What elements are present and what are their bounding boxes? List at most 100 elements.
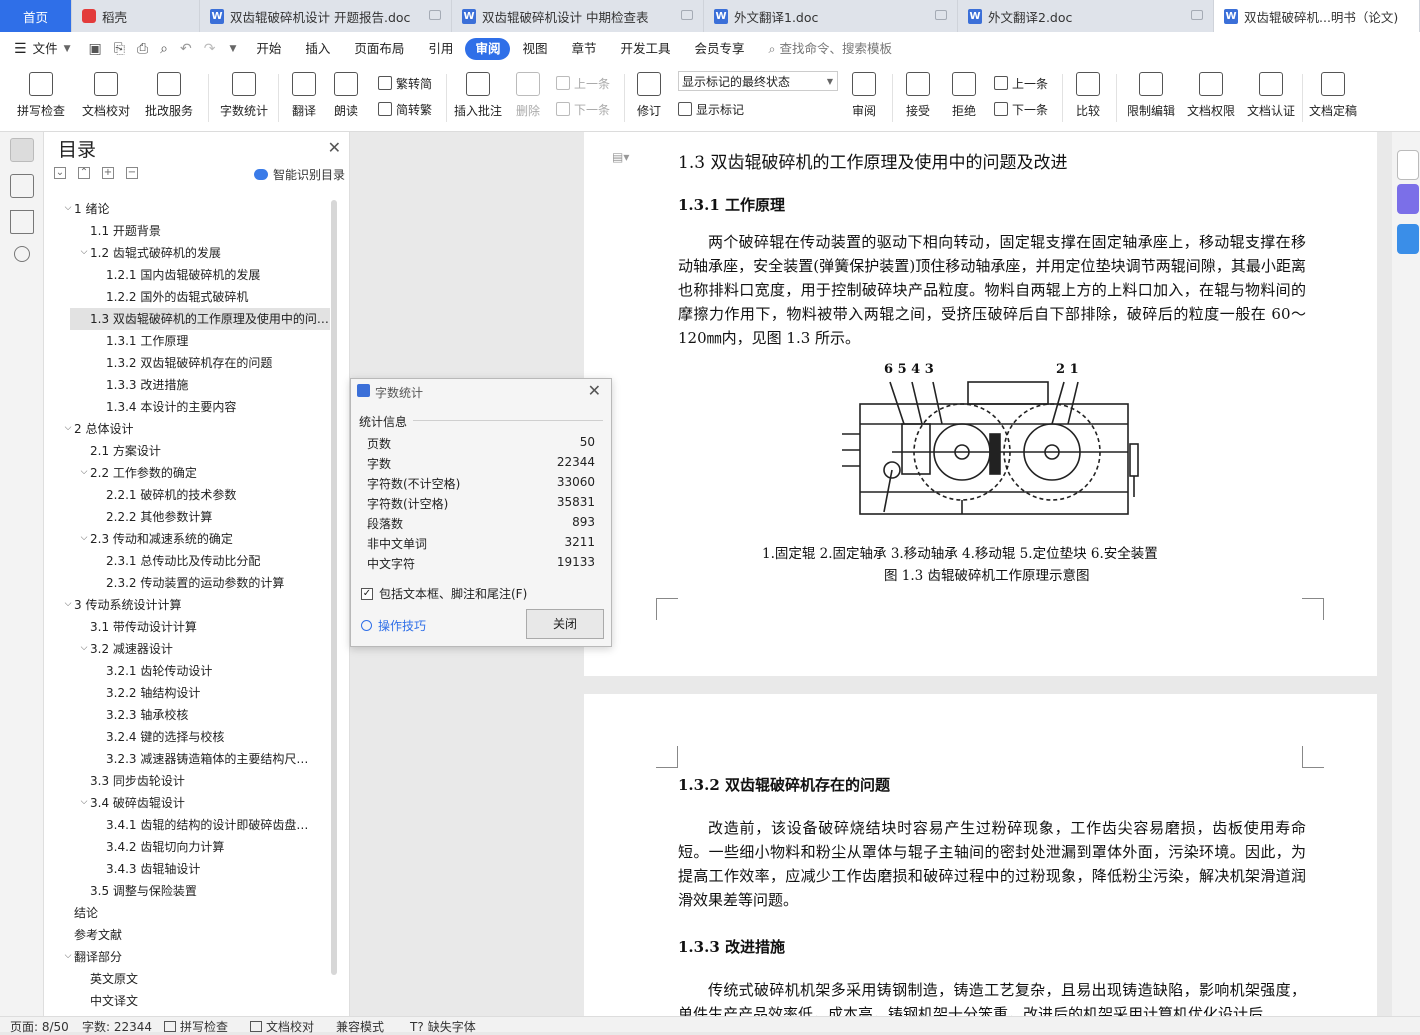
toc-item[interactable]: 2.2.2 其他参数计算 [106, 506, 320, 528]
search-command[interactable]: ⌕ 查找命令、搜索模板 [757, 32, 905, 66]
spell-check-status[interactable]: 拼写检查 [164, 1018, 228, 1035]
toc-add-icon[interactable]: + [102, 167, 114, 179]
chevron-down-icon[interactable]: ⌵ [78, 247, 90, 257]
toc-item[interactable]: 翻译部分 [74, 946, 320, 968]
doc-proof-status[interactable]: 文档校对 [250, 1018, 314, 1035]
doc-tools-icon[interactable] [1397, 224, 1419, 254]
markup-state-select[interactable]: 显示标记的最终状态 ▼ [678, 71, 838, 91]
toc-item[interactable]: 3.4.2 齿辊切向力计算 [106, 836, 320, 858]
reject-button[interactable]: 拒绝 [946, 70, 982, 126]
toc-item[interactable]: 2.3.2 传动装置的运动参数的计算 [106, 572, 320, 594]
toc-item[interactable]: 2.2 工作参数的确定 [90, 462, 320, 484]
chevron-down-icon[interactable]: ⌵ [62, 951, 74, 961]
toc-item[interactable]: 1.3.4 本设计的主要内容 [106, 396, 320, 418]
delete-comment-button[interactable]: 删除 [510, 70, 546, 126]
simplified-to-traditional-button[interactable]: 简转繁 [378, 98, 432, 120]
review-pane-button[interactable]: 审阅 [846, 70, 882, 126]
word-count-button[interactable]: 字数统计 [218, 70, 270, 126]
redo-icon[interactable]: ↷ [198, 32, 222, 66]
chevron-down-icon[interactable]: ⌵ [62, 203, 74, 213]
toc-item[interactable]: 中文译文 [90, 990, 320, 1012]
toc-item[interactable]: 参考文献 [74, 924, 320, 946]
tab-doc-active[interactable]: W 双齿辊破碎机...明书（论文) [1214, 0, 1420, 32]
save-icon[interactable]: ▣ [83, 32, 108, 66]
chevron-down-icon[interactable]: ⌵ [78, 533, 90, 543]
chevron-down-icon[interactable]: ⌵ [78, 467, 90, 477]
toc-item[interactable]: 3.2.3 减速器铸造箱体的主要结构尺寸设计 [106, 748, 320, 770]
chevron-down-icon[interactable]: ⌵ [78, 797, 90, 807]
prev-change-button[interactable]: 上一条 [994, 72, 1048, 94]
doc-finalize-button[interactable]: 文档定稿 [1306, 70, 1360, 126]
toc-item[interactable]: 3.5 调整与保险装置 [90, 880, 320, 902]
file-menu[interactable]: ☰ 文件 ▼ [0, 32, 83, 66]
tab-daoke[interactable]: 稻壳 [72, 0, 200, 32]
prev-comment-button[interactable]: 上一条 [556, 72, 610, 94]
compare-button[interactable]: 比较 [1070, 70, 1106, 126]
doc-auth-button[interactable]: 文档认证 [1244, 70, 1298, 126]
ai-assistant-icon[interactable] [1397, 184, 1419, 214]
toc-item[interactable]: 英文原文 [90, 968, 320, 990]
batch-service-button[interactable]: 批改服务 [140, 70, 198, 126]
toc-scrollbar[interactable] [331, 200, 337, 975]
toc-remove-icon[interactable]: − [126, 167, 138, 179]
tab-doc-translate1[interactable]: W 外文翻译1.doc [704, 0, 958, 32]
tab-doc-zhongqi[interactable]: W 双齿辊破碎机设计 中期检查表 [452, 0, 704, 32]
toc-item[interactable]: 3.3 同步齿轮设计 [90, 770, 320, 792]
accept-button[interactable]: 接受 [900, 70, 936, 126]
menu-start[interactable]: 开始 [244, 32, 293, 66]
show-markup-button[interactable]: 显示标记 [678, 98, 744, 120]
include-textbox-checkbox[interactable]: ✓ 包括文本框、脚注和尾注(F) [361, 585, 527, 602]
close-icon[interactable]: ✕ [588, 381, 601, 400]
close-button[interactable]: 关闭 [526, 609, 604, 639]
search-icon[interactable] [14, 246, 30, 262]
toc-item[interactable]: 1.2 齿辊式破碎机的发展 [90, 242, 320, 264]
toc-item[interactable]: 结论 [74, 902, 320, 924]
tab-doc-kaiti[interactable]: W 双齿辊破碎机设计 开题报告.doc [200, 0, 452, 32]
export-icon[interactable]: ⎘ [108, 32, 131, 66]
doc-proof-button[interactable]: 文档校对 [80, 70, 132, 126]
collapse-sidebar-icon[interactable] [1397, 150, 1419, 180]
toc-item[interactable]: 2.1 方案设计 [90, 440, 320, 462]
toc-item[interactable]: 1.2.2 国外的齿辊式破碎机 [106, 286, 320, 308]
toc-item[interactable]: 1 绪论 [74, 198, 320, 220]
menu-page-layout[interactable]: 页面布局 [342, 32, 416, 66]
toc-item[interactable]: 1.3.1 工作原理 [106, 330, 320, 352]
next-change-button[interactable]: 下一条 [994, 98, 1048, 120]
nav-pane-icon[interactable] [10, 174, 34, 198]
close-icon[interactable]: ✕ [328, 138, 341, 157]
menu-review[interactable]: 审阅 [465, 38, 511, 60]
toc-item[interactable]: 1.3.3 改进措施 [106, 374, 320, 396]
toc-item[interactable]: 3.2.3 轴承校核 [106, 704, 320, 726]
tips-link[interactable]: 操作技巧 [361, 617, 426, 634]
menu-view[interactable]: 视图 [510, 32, 559, 66]
toc-item[interactable]: 3.4 破碎齿辊设计 [90, 792, 320, 814]
toc-item[interactable]: 1.3 双齿辊破碎机的工作原理及使用中的问题及改进 [70, 308, 330, 330]
print-preview-icon[interactable]: ⌕ [154, 32, 174, 66]
toc-panel-icon[interactable] [10, 138, 34, 162]
page-indicator[interactable]: 页面: 8/50 [10, 1018, 69, 1035]
toc-item[interactable]: 3.4.1 齿辊的结构的设计即破碎齿盘设计 [106, 814, 320, 836]
read-aloud-button[interactable]: 朗读 [330, 70, 362, 126]
menu-section[interactable]: 章节 [559, 32, 608, 66]
print-icon[interactable]: ⎙ [131, 32, 154, 66]
toc-item[interactable]: 3 传动系统设计计算 [74, 594, 320, 616]
toc-item[interactable]: 3.2.1 齿轮传动设计 [106, 660, 320, 682]
toc-item[interactable]: 1.1 开题背景 [90, 220, 320, 242]
chevron-down-icon[interactable]: ⌵ [62, 423, 74, 433]
toc-item[interactable]: 2.3 传动和减速系统的确定 [90, 528, 320, 550]
next-comment-button[interactable]: 下一条 [556, 98, 610, 120]
tab-home[interactable]: 首页 [0, 0, 72, 32]
translate-button[interactable]: 翻译 [286, 70, 322, 126]
toc-expand-all-icon[interactable]: ⌃ [78, 167, 90, 179]
toc-item[interactable]: 1.2.1 国内齿辊破碎机的发展 [106, 264, 320, 286]
spell-check-button[interactable]: 拼写检查 [10, 70, 72, 126]
menu-dev-tools[interactable]: 开发工具 [608, 32, 682, 66]
toc-item[interactable]: 3.2.4 键的选择与校核 [106, 726, 320, 748]
toc-item[interactable]: 3.2 减速器设计 [90, 638, 320, 660]
smart-toc-button[interactable]: 智能识别目录 [253, 166, 345, 183]
quick-access-more-icon[interactable]: ▼ [221, 32, 244, 66]
toc-item[interactable]: 3.1 带传动设计计算 [90, 616, 320, 638]
paragraph-handle-icon[interactable]: ▤▾ [612, 150, 629, 164]
restrict-edit-button[interactable]: 限制编辑 [1124, 70, 1178, 126]
toc-item[interactable]: 2.2.1 破碎机的技术参数 [106, 484, 320, 506]
